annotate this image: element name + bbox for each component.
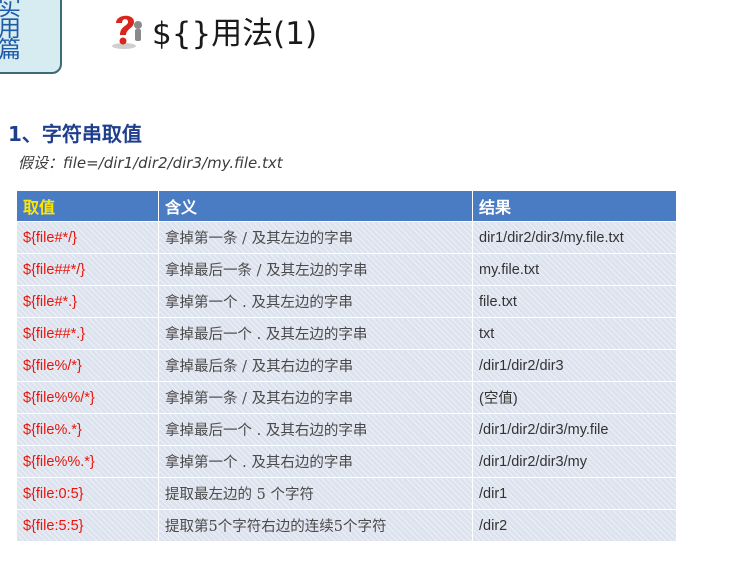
meaning-cell: 拿掉最后一个 . 及其右边的字串 — [158, 413, 473, 446]
usage-table: 取值 含义 结果 ${file#*/} 拿掉第一条 / 及其左边的字串 dir1… — [16, 190, 677, 542]
expr-cell: ${file:0:5} — [16, 477, 159, 510]
result-cell: dir1/dir2/dir3/my.file.txt — [472, 221, 677, 254]
table-row: ${file#*.} 拿掉第一个 . 及其左边的字串 file.txt — [16, 285, 677, 318]
result-cell: file.txt — [472, 285, 677, 318]
header-meaning: 含义 — [158, 190, 473, 222]
slide-title: ${}用法(1) — [152, 16, 318, 52]
table-row: ${file%.*} 拿掉最后一个 . 及其右边的字串 /dir1/dir2/d… — [16, 413, 677, 446]
table-row: ${file:5:5} 提取第5个字符右边的连续5个字符 /dir2 — [16, 509, 677, 542]
expr-cell: ${file%%.*} — [16, 445, 159, 478]
result-cell: /dir1/dir2/dir3 — [472, 349, 677, 382]
meaning-cell: 拿掉第一个 . 及其左边的字串 — [158, 285, 473, 318]
side-tab: 实用篇 — [0, 0, 62, 74]
table-row: ${file##*/} 拿掉最后一条 / 及其左边的字串 my.file.txt — [16, 253, 677, 286]
result-cell: /dir1/dir2/dir3/my.file — [472, 413, 677, 446]
result-cell: my.file.txt — [472, 253, 677, 286]
table-row: ${file%%/*} 拿掉第一条 / 及其右边的字串 (空值) — [16, 381, 677, 414]
question-mark-icon — [112, 15, 142, 49]
assumption-text: 假设：file=/dir1/dir2/dir3/my.file.txt — [18, 154, 283, 172]
meaning-cell: 拿掉最后条 / 及其右边的字串 — [158, 349, 473, 382]
expr-cell: ${file#*/} — [16, 221, 159, 254]
expr-cell: ${file:5:5} — [16, 509, 159, 542]
table-row: ${file%%.*} 拿掉第一个 . 及其右边的字串 /dir1/dir2/d… — [16, 445, 677, 478]
table-row: ${file:0:5} 提取最左边的 5 个字符 /dir1 — [16, 477, 677, 510]
expr-cell: ${file%.*} — [16, 413, 159, 446]
table-header-row: 取值 含义 结果 — [16, 190, 677, 222]
meaning-cell: 拿掉第一条 / 及其右边的字串 — [158, 381, 473, 414]
table-row: ${file##*.} 拿掉最后一个 . 及其左边的字串 txt — [16, 317, 677, 350]
meaning-cell: 拿掉第一条 / 及其左边的字串 — [158, 221, 473, 254]
table-row: ${file%/*} 拿掉最后条 / 及其右边的字串 /dir1/dir2/di… — [16, 349, 677, 382]
expr-cell: ${file%%/*} — [16, 381, 159, 414]
meaning-cell: 拿掉最后一个 . 及其左边的字串 — [158, 317, 473, 350]
meaning-cell: 拿掉最后一条 / 及其左边的字串 — [158, 253, 473, 286]
result-cell: (空值) — [472, 381, 677, 414]
header-result: 结果 — [472, 190, 677, 222]
expr-cell: ${file##*/} — [16, 253, 159, 286]
header-value: 取值 — [16, 190, 159, 222]
result-cell: /dir1 — [472, 477, 677, 510]
section-heading: 1、字符串取值 — [8, 122, 142, 146]
meaning-cell: 拿掉第一个 . 及其右边的字串 — [158, 445, 473, 478]
expr-cell: ${file%/*} — [16, 349, 159, 382]
meaning-cell: 提取最左边的 5 个字符 — [158, 477, 473, 510]
expr-cell: ${file#*.} — [16, 285, 159, 318]
side-tab-label: 实用篇 — [0, 0, 21, 63]
result-cell: txt — [472, 317, 677, 350]
result-cell: /dir2 — [472, 509, 677, 542]
result-cell: /dir1/dir2/dir3/my — [472, 445, 677, 478]
expr-cell: ${file##*.} — [16, 317, 159, 350]
meaning-cell: 提取第5个字符右边的连续5个字符 — [158, 509, 473, 542]
table-row: ${file#*/} 拿掉第一条 / 及其左边的字串 dir1/dir2/dir… — [16, 221, 677, 254]
